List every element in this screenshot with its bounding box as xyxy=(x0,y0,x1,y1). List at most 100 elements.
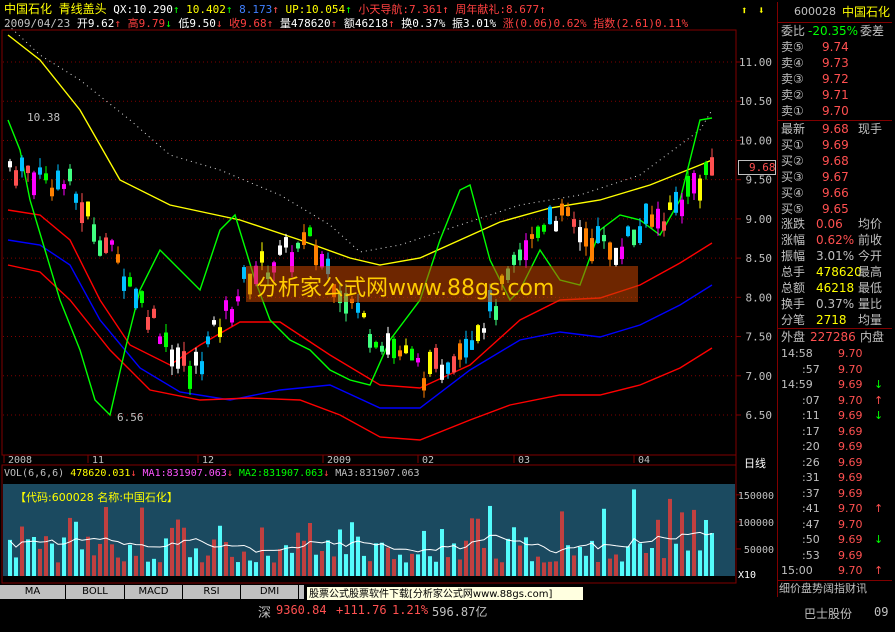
candle-body xyxy=(674,191,678,213)
volume-bar xyxy=(116,557,120,576)
period-label[interactable]: 日线 xyxy=(744,455,766,471)
weicha-label: 委差 xyxy=(860,24,885,38)
tick-time: 14:59 xyxy=(781,378,813,391)
volume-bar xyxy=(614,554,618,576)
volume-bar xyxy=(176,519,180,576)
tick-price: 9.70 xyxy=(838,393,863,407)
buy-row-value: 9.65 xyxy=(822,202,849,216)
candle-body xyxy=(620,246,624,260)
stat-row[interactable]: 分笔 2718 均量 xyxy=(778,312,892,328)
sell-row[interactable]: 卖⑤ 9.74 xyxy=(778,39,892,55)
volume-bar xyxy=(188,557,192,576)
buy-row[interactable]: 买⑤ 9.65 xyxy=(778,201,892,217)
price-tick-label: 11.00 xyxy=(739,56,772,69)
buy-row[interactable]: 买② 9.68 xyxy=(778,153,892,169)
candle-body xyxy=(314,245,318,266)
sell-row[interactable]: 卖② 9.71 xyxy=(778,87,892,103)
volume-bar xyxy=(596,561,600,576)
candle-body xyxy=(116,254,120,263)
stat-row[interactable]: 换手 0.37% 量比 xyxy=(778,296,892,312)
tick-row: :57 9.70 xyxy=(778,362,892,378)
price-tick-label: 8.50 xyxy=(746,252,773,265)
sell-row[interactable]: 卖① 9.70 xyxy=(778,103,892,119)
volume-bar xyxy=(140,507,144,576)
sell-row[interactable]: 卖③ 9.72 xyxy=(778,71,892,87)
candle-body xyxy=(26,165,30,174)
kline-chart[interactable]: 11.00 10.50 10.00 9.50 9.00 8.50 8.00 7.50 7.00 6… xyxy=(0,0,895,632)
candle-body xyxy=(662,221,666,231)
candle-body xyxy=(368,334,372,348)
tick-row: :47 9.70 xyxy=(778,517,892,533)
stat-row[interactable]: 总额 46218 最低 xyxy=(778,280,892,296)
tick-direction-icon: ↓ xyxy=(874,533,884,546)
volume-bar xyxy=(92,555,96,576)
candle-body xyxy=(530,234,534,239)
tick-price: 9.69 xyxy=(838,486,863,500)
buy-row[interactable]: 买① 9.69 xyxy=(778,137,892,153)
stat-row[interactable]: 涨跌 0.06 均价 xyxy=(778,216,892,232)
stat-row-label: 涨幅 xyxy=(781,233,806,247)
tick-time: :26 xyxy=(802,455,820,469)
stat-row[interactable]: 总手 478620 最高 xyxy=(778,264,892,280)
tab-ma[interactable]: MA xyxy=(0,585,66,599)
volume-bar xyxy=(284,545,288,576)
candle-body xyxy=(92,224,96,242)
tab-macd[interactable]: MACD xyxy=(125,585,183,599)
bottom-right-time: 09 xyxy=(874,605,889,619)
index-amount: 596.87亿 xyxy=(432,605,488,619)
date-tick-label: 2008 xyxy=(8,455,32,466)
neipan-label: 内盘 xyxy=(860,330,885,344)
open-value: 开9.62 xyxy=(76,17,115,30)
candle-body xyxy=(578,227,582,243)
stat-row-value: 3.01% xyxy=(816,249,855,263)
up-arrow-icon[interactable]: ⬆ xyxy=(741,4,748,17)
volume-bar xyxy=(500,562,504,576)
ma1-value: MA1:831907.063 xyxy=(142,468,227,479)
candle-body xyxy=(668,202,672,210)
bottom-right-stock[interactable]: 巴士股份 xyxy=(804,605,852,622)
volume-bar xyxy=(206,555,210,576)
volume-bar xyxy=(428,556,432,576)
tab-rsi[interactable]: RSI xyxy=(183,585,241,599)
volume-bar xyxy=(164,538,168,576)
buy-row[interactable]: 买③ 9.67 xyxy=(778,169,892,185)
candle-body xyxy=(626,226,630,237)
volume-bar xyxy=(362,555,366,576)
tab-boll[interactable]: BOLL xyxy=(66,585,125,599)
status-bar: 深 9360.84 +111.76 1.21% 596.87亿 xyxy=(0,600,895,632)
candle-body xyxy=(464,338,468,358)
tab-separator xyxy=(299,585,305,599)
panel-bottom-label[interactable]: 细价盘势阔指财讯 xyxy=(779,581,867,597)
stat-row-value: 46218 xyxy=(816,281,855,295)
tick-price: 9.70 xyxy=(838,502,863,515)
candle-body xyxy=(584,228,588,247)
volume-bar xyxy=(590,540,594,576)
down-arrow-icon[interactable]: ⬇ xyxy=(758,4,765,17)
stat-row-extra: 最高 xyxy=(858,265,883,279)
candle-body xyxy=(14,170,18,186)
volume-bar xyxy=(344,554,348,576)
candle-body xyxy=(572,219,576,227)
sell-row-value: 9.73 xyxy=(822,56,849,70)
tick-price: 9.69 xyxy=(838,455,863,469)
tick-time: :37 xyxy=(802,486,820,500)
volume-bar xyxy=(620,561,624,576)
tick-row: :50 9.69 ↓ xyxy=(778,532,892,548)
tab-dmi[interactable]: DMI xyxy=(241,585,299,599)
volume-bar xyxy=(578,546,582,576)
candle-body xyxy=(140,291,144,303)
candle-body xyxy=(440,364,444,380)
sell-row[interactable]: 卖④ 9.73 xyxy=(778,55,892,71)
candle-body xyxy=(86,201,90,217)
stat-row[interactable]: 振幅 3.01% 今开 xyxy=(778,248,892,264)
volume-bar xyxy=(230,556,234,576)
volume-bar xyxy=(134,555,138,576)
volume-bar xyxy=(470,518,474,576)
low-value: 低9.50 xyxy=(178,17,216,30)
buy-row[interactable]: 买④ 9.66 xyxy=(778,185,892,201)
volume-bar xyxy=(254,562,258,576)
volume-tick-label: 50000 xyxy=(744,545,774,556)
watermark-text: 分析家公式网www.88gs.com xyxy=(256,276,555,301)
indicator-name[interactable]: 青线盖头 xyxy=(59,2,107,16)
stat-row[interactable]: 涨幅 0.62% 前收 xyxy=(778,232,892,248)
